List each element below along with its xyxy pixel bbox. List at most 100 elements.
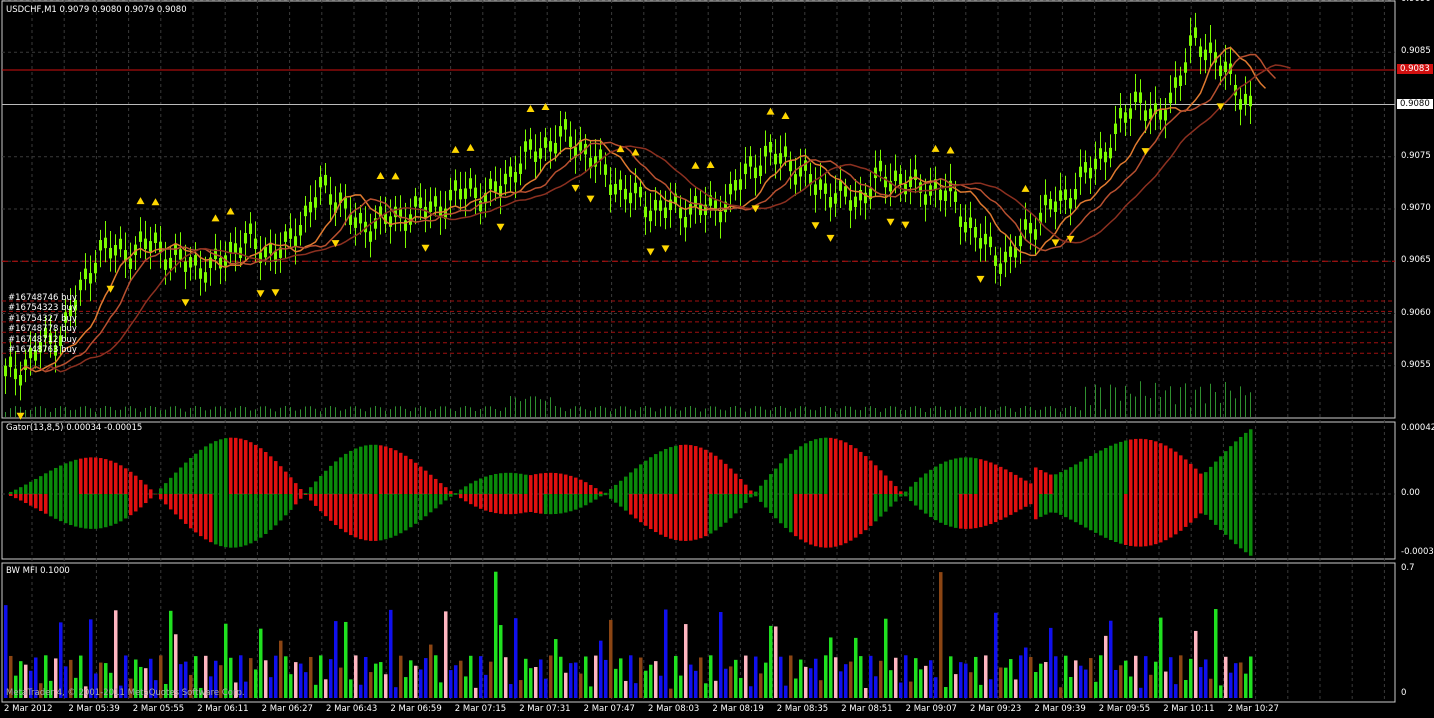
gator-bar-up (839, 440, 843, 494)
gator-bar-down (144, 494, 148, 504)
mfi-bar (609, 619, 613, 698)
gator-bar-up (144, 484, 148, 494)
candle-body (734, 180, 737, 191)
mfi-bar (549, 655, 553, 698)
candle-body (684, 216, 687, 228)
candle-body (819, 179, 822, 190)
mfi-bar (499, 625, 503, 698)
mfi-bar (249, 658, 253, 698)
gator-bar-down (764, 494, 768, 508)
time-tick-label: 2 Mar 05:55 (132, 704, 185, 714)
mfi-bar (1079, 665, 1083, 698)
candle-body (509, 166, 512, 177)
gator-bar-up (1094, 453, 1098, 494)
gator-bar-down (99, 494, 103, 529)
order-label: #16748763 buy (8, 345, 77, 356)
gator-bar-up (629, 472, 633, 494)
gator-bar-up (134, 475, 138, 494)
candle-body (494, 181, 497, 192)
gator-bar-up (1129, 439, 1133, 494)
candle-body (1209, 42, 1212, 54)
candle-body (1079, 166, 1082, 178)
gator-bar-down (799, 494, 803, 540)
mfi-bar (984, 655, 988, 698)
gator-bar-up (1239, 436, 1243, 494)
gator-bar-up (469, 483, 473, 494)
order-label: #16748746 buy (8, 292, 77, 303)
mfi-bar (979, 684, 983, 698)
gator-bar-up (184, 462, 188, 494)
mfi-bar (1119, 665, 1123, 698)
candle-body (1169, 92, 1172, 104)
gator-bar-down (19, 494, 23, 501)
mfi-bar (1049, 627, 1053, 698)
mfi-bar (339, 667, 343, 698)
mfi-bar (399, 655, 403, 698)
fractal-up (1021, 184, 1030, 192)
gator-bar-up (709, 452, 713, 494)
gator-bar-up (259, 448, 263, 494)
candle-body (1009, 246, 1012, 257)
candle-body (689, 204, 692, 215)
gator-label: Gator(13,8,5) 0.00034 -0.00015 (6, 423, 143, 433)
mfi-bar (1129, 676, 1133, 698)
candle-body (544, 137, 547, 148)
candle-body (994, 255, 997, 266)
time-tick-label: 2 Mar 08:35 (776, 704, 829, 714)
chart-canvas[interactable] (0, 0, 1434, 718)
gator-bar-down (909, 494, 913, 502)
gator-bar-up (519, 473, 523, 494)
gator-bar-down (774, 494, 778, 519)
gator-bar-down (84, 494, 88, 529)
candle-body (459, 188, 462, 200)
candle-body (824, 183, 827, 194)
gator-bar-down (199, 494, 203, 537)
gator-bar-up (989, 462, 993, 494)
candle-body (9, 356, 12, 368)
gator-bar-up (744, 484, 748, 494)
candle-body (1144, 110, 1147, 121)
mfi-bar (284, 656, 288, 698)
gator-bar-down (574, 494, 578, 510)
mfi-bar (734, 659, 738, 698)
gator-bar-up (429, 474, 433, 494)
gator-bar-up (1019, 477, 1023, 494)
mfi-bar (1069, 676, 1073, 698)
candle-body (1124, 112, 1127, 123)
candle-body (1089, 167, 1092, 179)
gator-bar-up (244, 440, 248, 494)
mfi-bar (414, 665, 418, 698)
gator-bar-down (564, 494, 568, 513)
candle-body (1134, 91, 1137, 103)
mfi-bar (274, 655, 278, 698)
gator-bar-up (914, 481, 918, 494)
gator-bar-up (619, 480, 623, 494)
candle-body (1074, 189, 1077, 200)
mfi-bar (774, 626, 778, 698)
gator-bar-down (1224, 494, 1228, 535)
candle-body (924, 194, 927, 205)
mfi-bar (689, 664, 693, 698)
gator-bar-down (1234, 494, 1238, 545)
gator-bar-down (709, 494, 713, 534)
candle-body (969, 217, 972, 228)
mfi-bar (879, 660, 883, 698)
gator-bar-down (414, 494, 418, 524)
gator-bar-down (24, 494, 28, 504)
mfi-bar (504, 657, 508, 698)
mfi-bar (1179, 655, 1183, 698)
mfi-bar (794, 678, 798, 698)
mfi-bar (529, 668, 533, 698)
candle-body (894, 170, 897, 182)
gator-bar-down (469, 494, 473, 505)
gator-bar-up (194, 453, 198, 494)
mfi-bar (759, 673, 763, 698)
candle-body (1024, 219, 1027, 230)
gator-bar-down (1164, 494, 1168, 541)
gator-bar-down (164, 494, 168, 505)
ma-jaw (44, 64, 1291, 373)
candle-body (299, 225, 302, 236)
candle-body (729, 183, 732, 195)
mfi-bar (569, 663, 573, 698)
candle-body (1204, 49, 1207, 61)
